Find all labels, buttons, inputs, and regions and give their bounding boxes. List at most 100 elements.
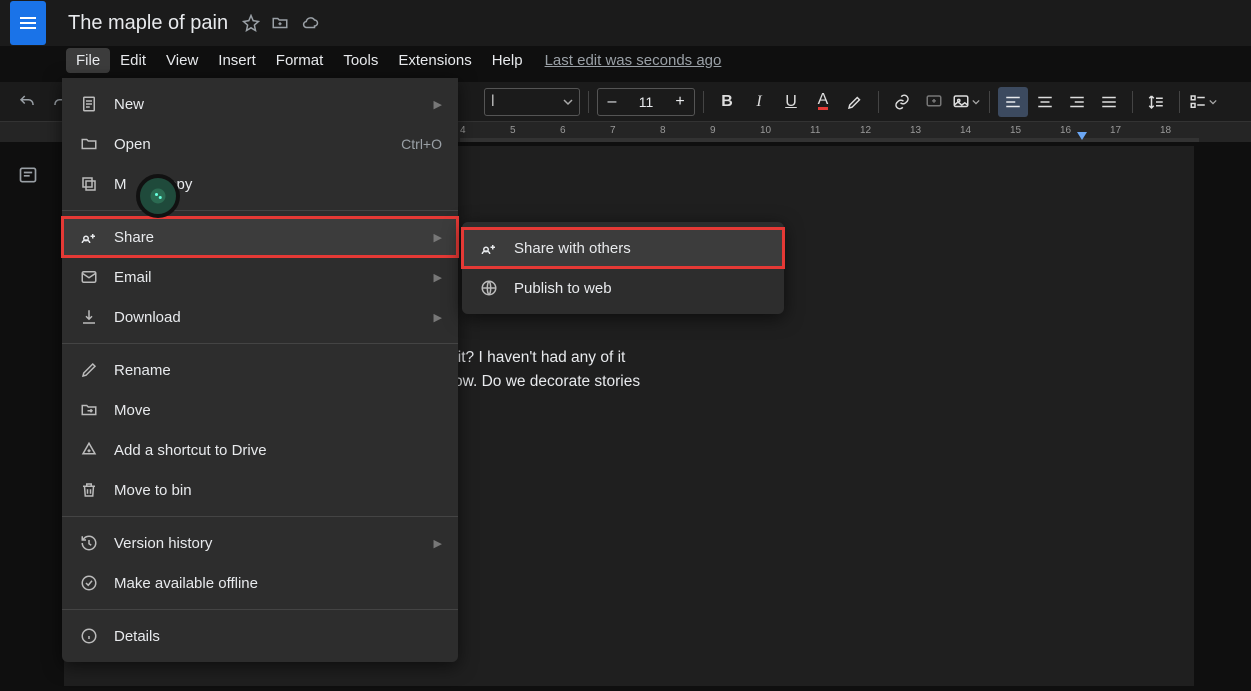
file-menu-dropdown: New ▶ Open Ctrl+O M opy Share ▶ Email ▶ bbox=[62, 78, 458, 662]
ruler-marker-icon[interactable] bbox=[1077, 132, 1087, 140]
ruler-tick: 14 bbox=[960, 125, 971, 136]
chevron-right-icon: ▶ bbox=[434, 311, 442, 324]
menu-item-details[interactable]: Details bbox=[62, 616, 458, 656]
submenu-item-publish[interactable]: Publish to web bbox=[462, 268, 784, 308]
info-icon bbox=[78, 627, 100, 645]
underline-button[interactable]: U bbox=[776, 87, 806, 117]
outline-toggle-button[interactable] bbox=[13, 160, 43, 190]
ruler-tick: 16 bbox=[1060, 125, 1071, 136]
align-right-button[interactable] bbox=[1062, 87, 1092, 117]
pencil-icon bbox=[78, 361, 100, 379]
ruler-tick: 15 bbox=[1010, 125, 1021, 136]
star-icon[interactable] bbox=[242, 14, 260, 32]
separator bbox=[588, 91, 589, 113]
menu-help[interactable]: Help bbox=[482, 48, 533, 73]
ruler-tick: 4 bbox=[460, 125, 466, 136]
trash-icon bbox=[78, 481, 100, 499]
menu-item-version-history[interactable]: Version history ▶ bbox=[62, 523, 458, 563]
insert-link-button[interactable] bbox=[887, 87, 917, 117]
menu-item-move[interactable]: Move bbox=[62, 390, 458, 430]
ruler-tick: 10 bbox=[760, 125, 771, 136]
menu-item-open[interactable]: Open Ctrl+O bbox=[62, 124, 458, 164]
collaborator-avatar[interactable] bbox=[136, 174, 180, 218]
menu-insert[interactable]: Insert bbox=[208, 48, 266, 73]
ruler-tick: 17 bbox=[1110, 125, 1121, 136]
font-size-decrease[interactable]: – bbox=[598, 89, 626, 115]
separator bbox=[1179, 91, 1180, 113]
menu-item-new[interactable]: New ▶ bbox=[62, 84, 458, 124]
menu-separator bbox=[62, 609, 458, 610]
menu-separator bbox=[62, 516, 458, 517]
ruler-tick: 9 bbox=[710, 125, 716, 136]
chevron-down-icon bbox=[1209, 98, 1217, 106]
menu-item-make-copy[interactable]: M opy bbox=[62, 164, 458, 204]
move-folder-icon[interactable] bbox=[270, 14, 290, 32]
download-icon bbox=[78, 308, 100, 326]
menu-item-bin[interactable]: Move to bin bbox=[62, 470, 458, 510]
folder-icon bbox=[78, 135, 100, 153]
menu-separator bbox=[62, 343, 458, 344]
separator bbox=[989, 91, 990, 113]
ruler-tick: 5 bbox=[510, 125, 516, 136]
highlight-color-button[interactable] bbox=[840, 87, 870, 117]
text-color-button[interactable]: A bbox=[808, 87, 838, 117]
checklist-button[interactable] bbox=[1188, 87, 1218, 117]
menu-item-share[interactable]: Share ▶ bbox=[62, 217, 458, 257]
ruler-tick: 6 bbox=[560, 125, 566, 136]
chevron-right-icon: ▶ bbox=[434, 271, 442, 284]
cloud-status-icon[interactable] bbox=[300, 14, 320, 32]
menu-item-download[interactable]: Download ▶ bbox=[62, 297, 458, 337]
menu-item-email[interactable]: Email ▶ bbox=[62, 257, 458, 297]
menu-item-offline[interactable]: Make available offline bbox=[62, 563, 458, 603]
bold-button[interactable]: B bbox=[712, 87, 742, 117]
add-comment-button[interactable] bbox=[919, 87, 949, 117]
document-title[interactable]: The maple of pain bbox=[68, 12, 228, 35]
menu-edit[interactable]: Edit bbox=[110, 48, 156, 73]
chevron-right-icon: ▶ bbox=[434, 537, 442, 550]
move-icon bbox=[78, 401, 100, 419]
ruler-tick: 11 bbox=[810, 125, 820, 136]
menu-format[interactable]: Format bbox=[266, 48, 334, 73]
align-justify-button[interactable] bbox=[1094, 87, 1124, 117]
chevron-right-icon: ▶ bbox=[434, 98, 442, 111]
title-bar: The maple of pain bbox=[0, 0, 1251, 46]
check-circle-icon bbox=[78, 574, 100, 592]
share-submenu: Share with others Publish to web bbox=[462, 222, 784, 314]
separator bbox=[703, 91, 704, 113]
align-left-button[interactable] bbox=[998, 87, 1028, 117]
history-icon bbox=[78, 534, 100, 552]
share-icon bbox=[78, 228, 100, 246]
align-center-button[interactable] bbox=[1030, 87, 1060, 117]
copy-icon bbox=[78, 175, 100, 193]
italic-button[interactable]: I bbox=[744, 87, 774, 117]
menu-item-shortcut[interactable]: Add a shortcut to Drive bbox=[62, 430, 458, 470]
separator bbox=[878, 91, 879, 113]
last-edit-link[interactable]: Last edit was seconds ago bbox=[545, 52, 722, 69]
menu-tools[interactable]: Tools bbox=[333, 48, 388, 73]
menu-extensions[interactable]: Extensions bbox=[388, 48, 481, 73]
chevron-right-icon: ▶ bbox=[434, 231, 442, 244]
ruler-tick: 12 bbox=[860, 125, 871, 136]
share-icon bbox=[478, 239, 500, 257]
menu-view[interactable]: View bbox=[156, 48, 208, 73]
undo-button[interactable] bbox=[12, 87, 42, 117]
chevron-down-icon bbox=[972, 98, 980, 106]
font-size-increase[interactable]: + bbox=[666, 89, 694, 115]
docs-logo[interactable] bbox=[10, 1, 46, 45]
menu-file[interactable]: File bbox=[66, 48, 110, 73]
ruler-tick: 8 bbox=[660, 125, 666, 136]
font-family-combo[interactable]: l bbox=[484, 88, 580, 116]
submenu-item-share-others[interactable]: Share with others bbox=[462, 228, 784, 268]
menu-bar: File Edit View Insert Format Tools Exten… bbox=[66, 46, 721, 74]
menu-item-rename[interactable]: Rename bbox=[62, 350, 458, 390]
menu-separator bbox=[62, 210, 458, 211]
font-size-stepper[interactable]: – 11 + bbox=[597, 88, 695, 116]
font-size-value[interactable]: 11 bbox=[626, 89, 666, 115]
line-spacing-button[interactable] bbox=[1141, 87, 1171, 117]
chevron-down-icon bbox=[563, 97, 573, 107]
document-icon bbox=[78, 95, 100, 113]
ruler-tick: 7 bbox=[610, 125, 616, 136]
insert-image-button[interactable] bbox=[951, 87, 981, 117]
ruler-tick: 18 bbox=[1160, 125, 1171, 136]
left-rail bbox=[0, 142, 56, 691]
